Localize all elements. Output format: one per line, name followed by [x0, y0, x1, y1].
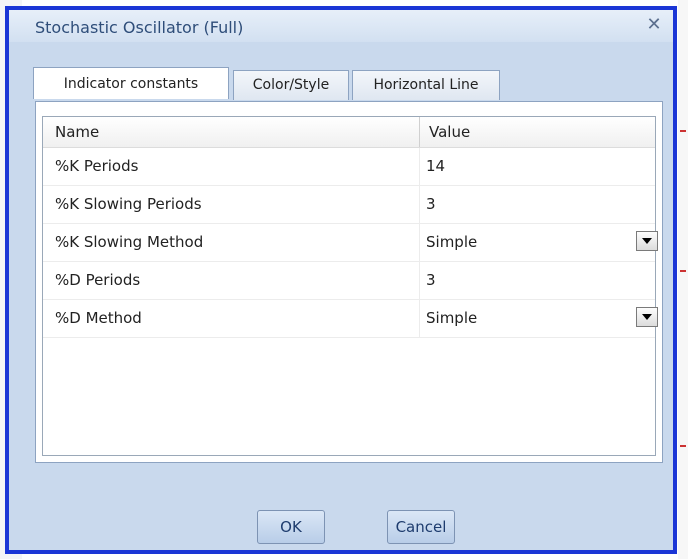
chevron-down-icon [642, 238, 652, 244]
table-row-k-slowing-periods[interactable]: %K Slowing Periods 3 [43, 186, 655, 224]
row-name: %K Slowing Method [55, 233, 204, 251]
cell-divider [419, 300, 420, 337]
property-grid: Name Value %K Periods 14 %K Slowing Peri… [42, 116, 658, 456]
table-row-d-periods[interactable]: %D Periods 3 [43, 262, 655, 300]
cell-divider [419, 186, 420, 223]
stochastic-oscillator-dialog: Stochastic Oscillator (Full) ✕ Indicator… [5, 6, 677, 554]
background-window-right [678, 0, 688, 559]
row-value-input[interactable]: 3 [426, 195, 436, 213]
row-value-input[interactable]: 3 [426, 271, 436, 289]
tab-label: Horizontal Line [373, 77, 479, 93]
table-row-k-periods[interactable]: %K Periods 14 [43, 148, 655, 186]
row-value-input[interactable]: 14 [426, 157, 445, 175]
tab-horizontal-line[interactable]: Horizontal Line [352, 70, 500, 100]
cell-divider [419, 224, 420, 261]
tab-indicator-constants[interactable]: Indicator constants [33, 67, 229, 99]
column-header-value[interactable]: Value [429, 123, 470, 141]
dialog-title: Stochastic Oscillator (Full) [35, 18, 244, 37]
ok-button[interactable]: OK [257, 510, 325, 544]
background-mark [680, 130, 686, 132]
cell-divider [419, 148, 420, 185]
table-row-k-slowing-method[interactable]: %K Slowing Method Simple [43, 224, 658, 262]
column-header-name[interactable]: Name [55, 123, 99, 141]
row-name: %D Method [55, 309, 142, 327]
row-value-select[interactable]: Simple [426, 309, 477, 327]
column-divider[interactable] [419, 117, 420, 147]
tab-label: Indicator constants [63, 76, 199, 92]
cancel-button[interactable]: Cancel [387, 510, 455, 544]
tab-content-panel: Name Value %K Periods 14 %K Slowing Peri… [35, 101, 663, 463]
table-row-d-method[interactable]: %D Method Simple [43, 300, 658, 338]
tab-label: Color/Style [252, 77, 330, 93]
tab-color-style[interactable]: Color/Style [233, 70, 349, 100]
background-mark [680, 445, 686, 447]
row-name: %K Periods [55, 157, 139, 175]
cell-divider [419, 262, 420, 299]
dropdown-button[interactable] [636, 307, 658, 327]
row-name: %K Slowing Periods [55, 195, 202, 213]
dropdown-button[interactable] [636, 231, 658, 251]
chevron-down-icon [642, 314, 652, 320]
grid-header: Name Value [43, 117, 655, 148]
row-value-select[interactable]: Simple [426, 233, 477, 251]
title-bar[interactable]: Stochastic Oscillator (Full) ✕ [9, 10, 673, 42]
close-icon[interactable]: ✕ [645, 16, 663, 34]
row-name: %D Periods [55, 271, 141, 289]
background-mark [680, 270, 686, 272]
